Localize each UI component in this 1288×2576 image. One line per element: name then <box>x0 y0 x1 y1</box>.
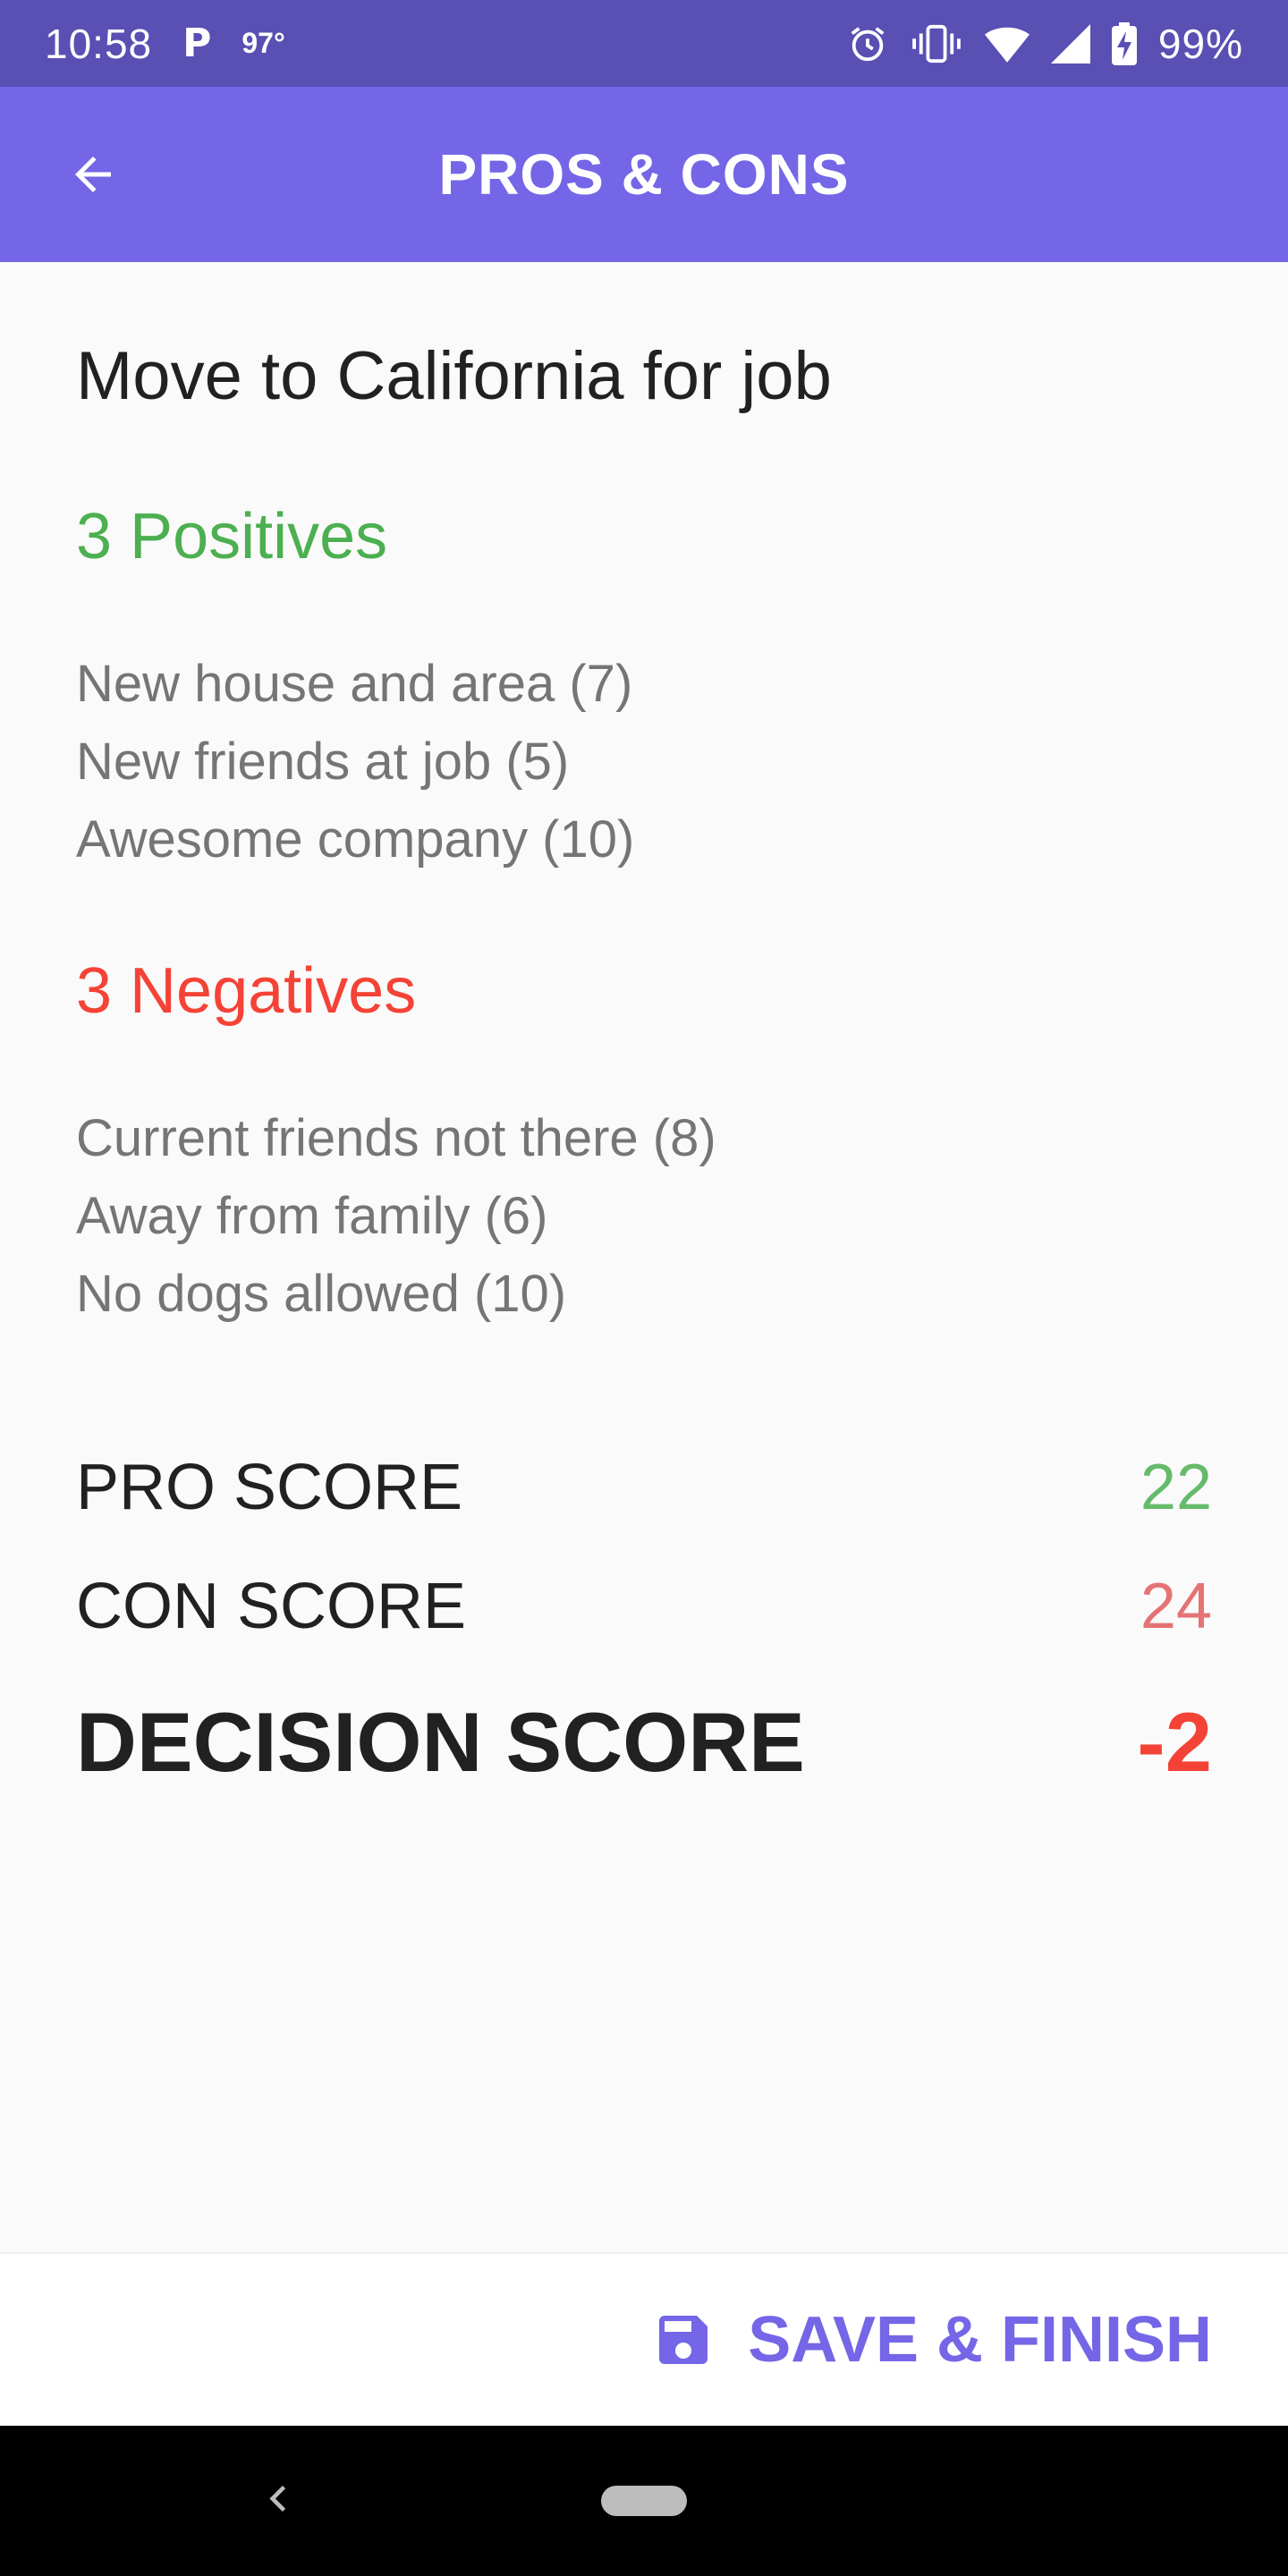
status-temperature: 97° <box>242 27 285 59</box>
arrow-back-icon <box>75 157 111 192</box>
save-icon <box>659 2316 708 2364</box>
screen: 10:58 P 97° 99% PROS & CONS Move to Cali… <box>0 0 1288 2576</box>
pro-score-row: PRO SCORE 22 <box>76 1447 1212 1528</box>
nav-home-pill[interactable] <box>601 2486 687 2516</box>
save-finish-label: SAVE & FINISH <box>748 2304 1212 2376</box>
save-finish-button[interactable]: SAVE & FINISH <box>651 2303 1212 2377</box>
negatives-list: Current friends not there (8) Away from … <box>76 1099 716 1333</box>
positive-item: New friends at job (5) <box>76 733 570 791</box>
negative-item: No dogs allowed (10) <box>76 1265 567 1323</box>
pro-score-label: PRO SCORE <box>76 1452 463 1523</box>
back-button[interactable] <box>50 131 136 217</box>
system-nav-bar <box>0 2426 1288 2576</box>
decision-score-value: -2 <box>1137 1695 1212 1789</box>
cell-signal-icon <box>1050 23 1090 64</box>
pro-score-value: 22 <box>1140 1452 1212 1523</box>
action-bar: SAVE & FINISH <box>0 2252 1288 2426</box>
battery-percentage: 99% <box>1157 20 1243 67</box>
app-bar: PROS & CONS <box>0 87 1288 262</box>
wifi-icon <box>984 23 1030 64</box>
negatives-heading: 3 Negatives <box>76 955 417 1027</box>
negative-item: Away from family (6) <box>76 1187 548 1245</box>
con-score-value: 24 <box>1140 1571 1212 1642</box>
decision-score-label: DECISION SCORE <box>76 1695 805 1789</box>
decision-title: Move to California for job <box>76 338 832 414</box>
negative-item: Current friends not there (8) <box>76 1109 716 1167</box>
con-score-label: CON SCORE <box>76 1571 467 1642</box>
alarm-icon <box>847 23 888 64</box>
battery-charging-icon <box>1111 21 1137 66</box>
status-bar: 10:58 P 97° 99% <box>0 0 1288 87</box>
page-title: PROS & CONS <box>438 142 850 207</box>
positives-list: New house and area (7) New friends at jo… <box>76 645 634 878</box>
status-time: 10:58 <box>45 20 153 67</box>
vibrate-icon <box>910 23 963 64</box>
positive-item: New house and area (7) <box>76 655 633 713</box>
positive-item: Awesome company (10) <box>76 810 635 869</box>
positives-heading: 3 Positives <box>76 501 388 572</box>
decision-score-row: DECISION SCORE -2 <box>76 1693 1212 1792</box>
parking-notification-icon: P <box>182 21 212 66</box>
con-score-row: CON SCORE 24 <box>76 1566 1212 1647</box>
nav-back-icon[interactable] <box>259 2479 299 2523</box>
